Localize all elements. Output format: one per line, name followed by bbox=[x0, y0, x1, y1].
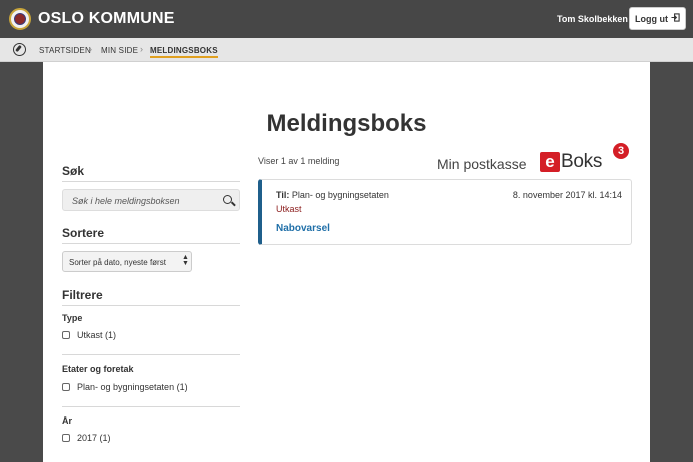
divider bbox=[62, 354, 240, 355]
breadcrumb-startsiden[interactable]: STARTSIDEN bbox=[39, 46, 91, 55]
checkbox-label: Plan- og bygningsetaten (1) bbox=[77, 382, 188, 392]
eboks-e-icon: e bbox=[540, 152, 560, 172]
breadcrumb-separator-icon: › bbox=[89, 44, 93, 54]
logout-button[interactable]: Logg ut bbox=[629, 7, 686, 30]
divider bbox=[62, 305, 240, 306]
user-name[interactable]: Tom Skolbekken bbox=[557, 14, 628, 24]
filter-year-heading: År bbox=[62, 416, 73, 426]
search-placeholder: Søk i hele meldingsboksen bbox=[72, 196, 180, 206]
filter-type-heading: Type bbox=[62, 313, 83, 323]
top-bar: OSLO KOMMUNE Tom Skolbekken Logg ut bbox=[0, 0, 693, 38]
filter-etater-heading: Etater og foretak bbox=[62, 364, 134, 374]
divider bbox=[62, 243, 240, 244]
logout-label: Logg ut bbox=[635, 13, 668, 24]
select-arrows-icon: ▲ ▼ bbox=[182, 254, 189, 267]
filter-etater-plan[interactable]: Plan- og bygningsetaten (1) bbox=[62, 382, 188, 392]
breadcrumb-meldingsboks: MELDINGSBOKS bbox=[150, 46, 218, 58]
to-value: Plan- og bygningsetaten bbox=[291, 190, 389, 200]
sort-select[interactable]: Sorter på dato, nyeste først ▲ ▼ bbox=[62, 251, 192, 272]
compass-icon bbox=[13, 43, 26, 56]
message-date: 8. november 2017 kl. 14:14 bbox=[512, 190, 622, 200]
search-heading: Søk bbox=[62, 164, 85, 178]
message-card[interactable]: Til: Plan- og bygningsetaten 8. november… bbox=[258, 179, 632, 245]
checkbox[interactable] bbox=[62, 331, 70, 339]
checkbox-label: 2017 (1) bbox=[77, 433, 111, 443]
divider bbox=[62, 181, 240, 182]
sort-heading: Sortere bbox=[62, 226, 105, 240]
filter-heading: Filtrere bbox=[62, 288, 103, 302]
filter-year-2017[interactable]: 2017 (1) bbox=[62, 433, 111, 443]
checkbox-label: Utkast (1) bbox=[77, 330, 117, 340]
sort-selected-value: Sorter på dato, nyeste først bbox=[69, 258, 166, 267]
message-recipient: Til: Plan- og bygningsetaten bbox=[276, 190, 389, 200]
eboks-count-badge: 3 bbox=[613, 143, 629, 159]
eboks-logo[interactable]: e Boks bbox=[540, 151, 602, 173]
breadcrumb-min-side[interactable]: MIN SIDE bbox=[101, 46, 138, 55]
message-subject-link[interactable]: Nabovarsel bbox=[276, 223, 330, 234]
search-icon[interactable] bbox=[223, 195, 232, 204]
divider bbox=[62, 406, 240, 407]
to-label: Til: bbox=[276, 190, 290, 200]
breadcrumb-separator-icon: › bbox=[140, 44, 144, 54]
filter-type-utkast[interactable]: Utkast (1) bbox=[62, 330, 116, 340]
page-title: Meldingsboks bbox=[266, 110, 427, 137]
breadcrumb: STARTSIDEN › MIN SIDE › MELDINGSBOKS bbox=[0, 38, 693, 62]
brand-title[interactable]: OSLO KOMMUNE bbox=[38, 10, 175, 28]
checkbox[interactable] bbox=[62, 434, 70, 442]
eboks-word: Boks bbox=[561, 151, 603, 172]
result-count: Viser 1 av 1 melding bbox=[258, 156, 340, 166]
mailbox-label: Min postkasse bbox=[437, 156, 527, 172]
oslo-kommune-logo-icon[interactable] bbox=[9, 8, 31, 30]
search-input[interactable]: Søk i hele meldingsboksen bbox=[62, 189, 240, 211]
message-status: Utkast bbox=[276, 204, 302, 214]
content-panel: Meldingsboks Søk Søk i hele meldingsboks… bbox=[43, 62, 650, 462]
logout-icon bbox=[671, 13, 680, 24]
checkbox[interactable] bbox=[62, 383, 70, 391]
